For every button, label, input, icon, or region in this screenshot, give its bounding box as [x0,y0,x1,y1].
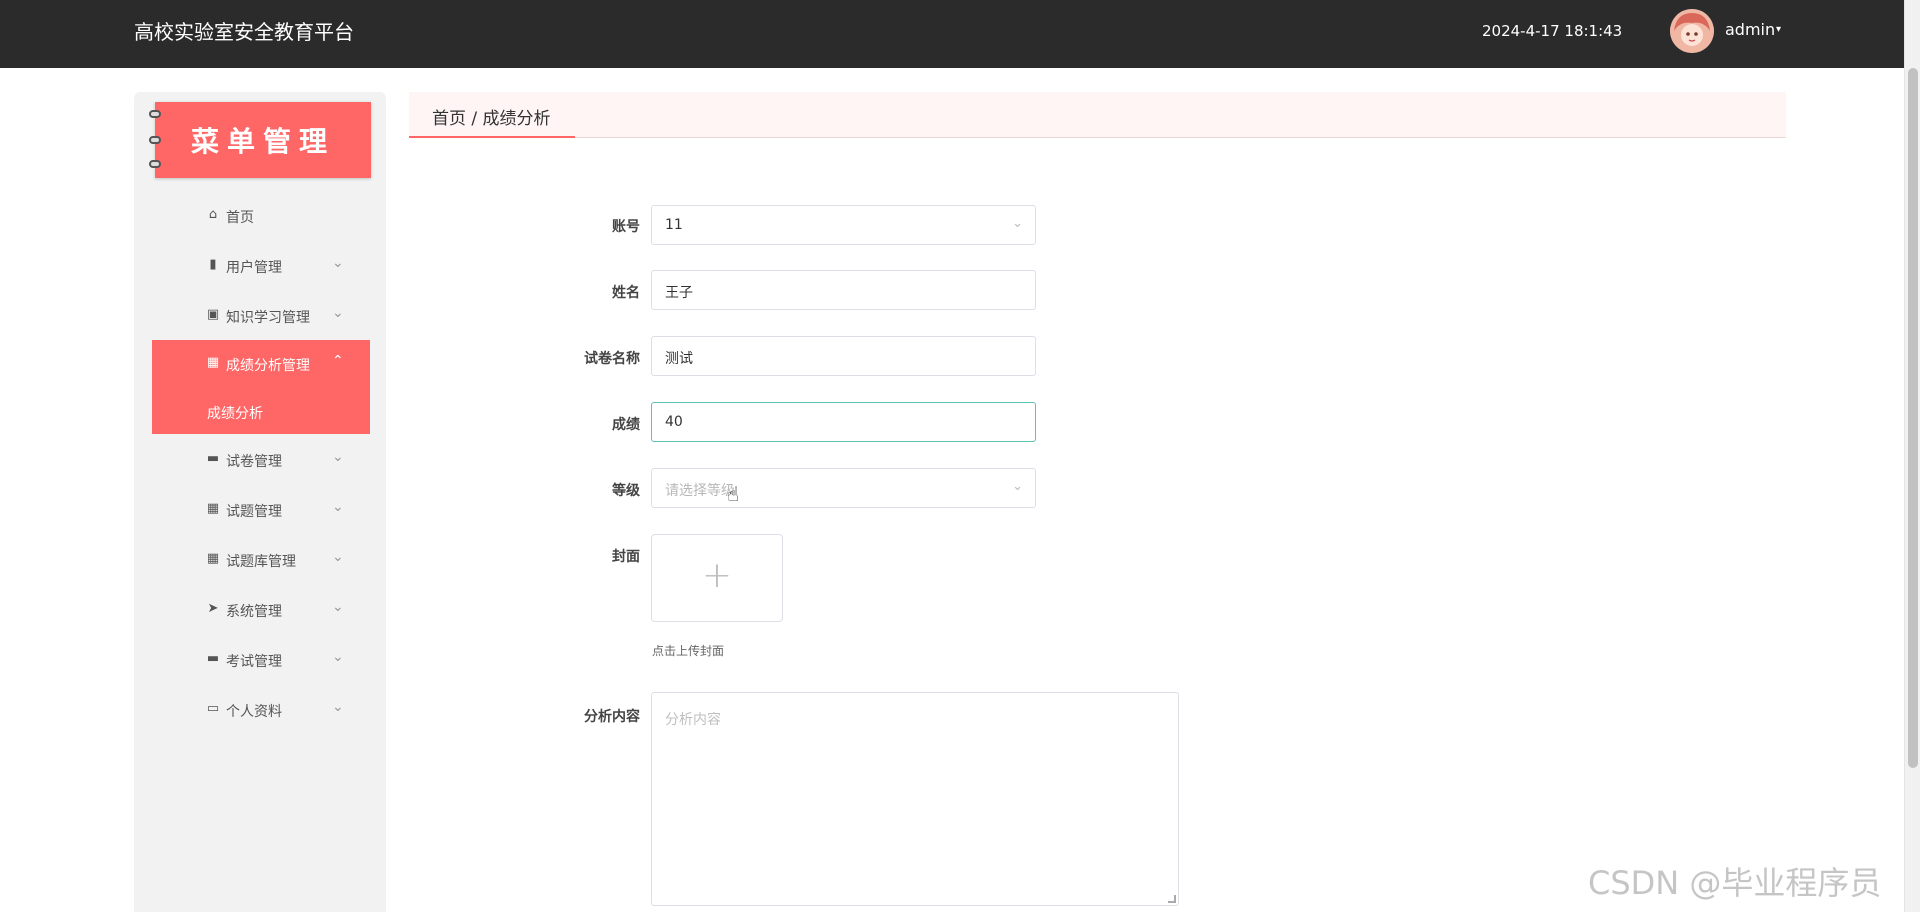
chevron-up-icon: ⌃ [332,353,344,369]
paper-name-field[interactable]: 测试 [651,336,1036,376]
chevron-down-icon: ⌄ [332,699,344,715]
sidebar-item-label: 试题管理 [226,504,282,520]
sidebar-item-knowledge[interactable]: ▣ 知识学习管理 ⌄ [152,292,370,340]
score-field[interactable]: 40 [651,402,1036,442]
sidebar-item-users[interactable]: ▮ 用户管理 ⌄ [152,242,370,290]
sidebar-item-label: 用户管理 [226,260,282,276]
sidebar-item-label: 成绩分析管理 [226,358,310,374]
top-header: 高校实验室安全教育平台 2024-4-17 18:1:43 admin ▾ [0,0,1920,68]
sidebar-item-profile[interactable]: ▭ 个人资料 ⌄ [152,686,370,734]
card-icon: ▭ [206,701,220,716]
chevron-down-icon: ⌄ [332,449,344,465]
binder-ring-icon [149,160,161,168]
sidebar-subitem-label: 成绩分析 [207,406,263,422]
sidebar-item-label: 试卷管理 [226,454,282,470]
binder-ring-icon [149,110,161,118]
sidebar-item-home[interactable]: ⌂ 首页 [152,192,370,240]
cover-upload[interactable]: + [651,534,783,622]
caret-down-icon[interactable]: ▾ [1776,24,1781,35]
sidebar-item-system[interactable]: ➤ 系统管理 ⌄ [152,586,370,634]
grid-icon: ▦ [206,551,220,566]
sidebar-item-question-bank[interactable]: ▦ 试题库管理 ⌄ [152,536,370,584]
cover-hint: 点击上传封面 [652,644,725,658]
level-label: 等级 [612,483,640,499]
account-label: 账号 [612,219,640,235]
tab-bar [409,92,1786,138]
name-value: 王子 [665,285,693,301]
chevron-down-icon: ⌄ [332,499,344,515]
analysis-textarea[interactable]: 分析内容 [651,692,1179,906]
score-value: 40 [665,414,683,430]
account-select[interactable]: 11 ⌄ [651,205,1036,245]
monitor-icon: ▬ [206,651,220,666]
sidebar-item-label: 考试管理 [226,654,282,670]
send-icon: ➤ [207,601,219,616]
sidebar-item-label: 个人资料 [226,704,282,720]
avatar[interactable] [1670,9,1714,53]
chevron-down-icon: ⌄ [1012,216,1023,231]
chevron-down-icon: ⌄ [1012,479,1023,494]
datetime-display: 2024-4-17 18:1:43 [1482,22,1623,40]
chevron-down-icon: ⌄ [332,255,344,271]
menu-banner-title: 菜单管理 [190,125,335,158]
chevron-down-icon: ⌄ [332,549,344,565]
sidebar-item-papers[interactable]: ▬ 试卷管理 ⌄ [152,436,370,484]
user-icon: ▮ [209,257,217,272]
grid-icon: ▦ [206,501,220,516]
scrollbar-thumb[interactable] [1908,68,1918,768]
home-icon: ⌂ [208,207,218,222]
sidebar-item-label: 系统管理 [226,604,282,620]
menu-banner: 菜单管理 [149,102,371,178]
watermark: CSDN @毕业程序员 [1588,864,1882,902]
hand-cursor-icon: ☝ [727,482,740,506]
app-title: 高校实验室安全教育平台 [134,20,354,44]
name-field[interactable]: 王子 [651,270,1036,310]
level-select[interactable]: 请选择等级 ⌄ [651,468,1036,508]
sidebar-item-exams[interactable]: ▬ 考试管理 ⌄ [152,636,370,684]
sidebar-item-score-analysis[interactable]: ▦ 成绩分析管理 ⌃ [152,340,370,388]
resize-handle-icon[interactable] [1168,895,1176,903]
user-menu-name[interactable]: admin [1725,20,1775,39]
level-placeholder: 请选择等级 [665,483,735,499]
sidebar-item-label: 首页 [226,210,254,226]
breadcrumb[interactable]: 首页 / 成绩分析 [432,104,551,129]
paper-name-value: 测试 [665,351,693,367]
clipboard-icon: ▣ [206,307,220,322]
sidebar-subitem-score-analysis[interactable]: 成绩分析 [152,388,370,434]
sidebar-item-questions[interactable]: ▦ 试题管理 ⌄ [152,486,370,534]
plus-icon: + [701,555,733,596]
account-value: 11 [665,217,683,233]
paper-name-label: 试卷名称 [584,351,640,367]
chevron-down-icon: ⌄ [332,599,344,615]
analysis-label: 分析内容 [584,709,640,725]
monitor-icon: ▬ [206,451,220,466]
name-label: 姓名 [612,285,640,301]
cover-label: 封面 [612,549,640,565]
sidebar-item-label: 知识学习管理 [226,310,310,326]
analysis-placeholder: 分析内容 [665,712,721,728]
grid-icon: ▦ [206,355,220,370]
chevron-down-icon: ⌄ [332,649,344,665]
score-label: 成绩 [612,417,640,433]
sidebar-item-label: 试题库管理 [226,554,296,570]
page-scrollbar[interactable] [1904,0,1920,912]
chevron-down-icon: ⌄ [332,305,344,321]
